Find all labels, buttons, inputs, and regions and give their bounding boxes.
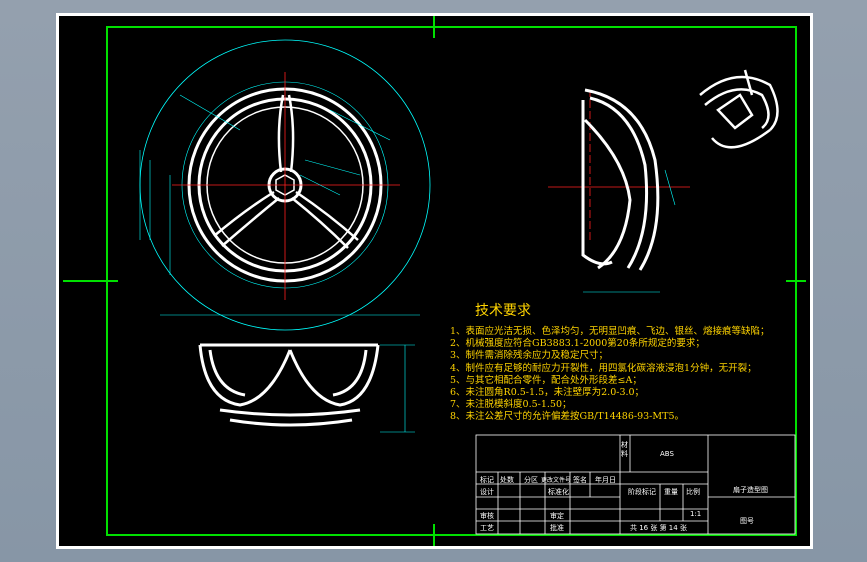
cad-viewport: 技术要求 1、表面应光洁无损、色泽均匀，无明显凹痕、飞边、银丝、熔接痕等缺陷； … — [0, 0, 867, 562]
header-label: 签名 — [573, 476, 587, 484]
sheet-info: 共 16 张 第 14 张 — [630, 524, 687, 532]
inner-frame — [106, 26, 797, 536]
requirements-title: 技术要求 — [475, 303, 531, 319]
isometric-view — [699, 69, 779, 149]
requirement-item: 2、机械强度应符合GB3883.1-2000第20条所规定的要求； — [450, 338, 705, 350]
row-label: 审核 — [480, 512, 494, 520]
approve-label: 批准 — [550, 524, 564, 532]
header-label: 年月日 — [595, 476, 616, 484]
requirement-item: 1、表面应光洁无损、色泽均匀，无明显凹痕、飞边、银丝、熔接痕等缺陷； — [450, 326, 770, 337]
row-label: 设计 — [480, 488, 494, 496]
material-value: ABS — [660, 450, 674, 458]
requirement-item: 6、未注圆角R0.5-1.5，未注壁厚为2.0-3.0； — [450, 387, 645, 399]
requirements-list: 1、表面应光洁无损、色泽均匀，无明显凹痕、飞边、银丝、熔接痕等缺陷； 2、机械强… — [450, 326, 770, 424]
bottom-view — [198, 343, 380, 427]
check-label: 审定 — [550, 512, 564, 520]
standardization-label: 标准化 — [548, 488, 569, 496]
part-name: 扇子造型图 — [733, 486, 768, 494]
drawing-canvas — [63, 16, 806, 546]
header-label: 更改文件号 — [541, 477, 572, 484]
requirement-item: 3、制件需消除残余应力及稳定尺寸； — [450, 350, 609, 362]
scale-label: 比例 — [686, 488, 700, 496]
centering-marks — [63, 16, 806, 546]
requirement-item: 5、与其它相配合零件，配合处外形段差≤A； — [450, 374, 642, 386]
scale-value: 1:1 — [690, 510, 702, 518]
front-view-wheel — [139, 39, 431, 331]
requirement-item: 8、未注公差尺寸的允许偏差按GB/T14486-93-MT5。 — [450, 411, 684, 423]
row-label: 工艺 — [480, 524, 494, 532]
row-label: 标记 — [480, 476, 494, 484]
stage-mark-label: 阶段标记 — [628, 488, 656, 496]
header-label: 处数 — [500, 476, 514, 484]
header-label: 分区 — [524, 476, 538, 484]
requirement-item: 4、制件应有足够的耐应力开裂性，用四氯化碳溶液浸泡1分钟，无开裂； — [450, 362, 757, 374]
requirement-item: 7、未注脱模斜度0.5-1.50； — [450, 399, 572, 411]
drawing-no-label: 图号 — [740, 517, 754, 525]
material-label: 材料 — [621, 441, 628, 458]
weight-label: 重量 — [664, 488, 678, 496]
side-view — [548, 88, 690, 293]
